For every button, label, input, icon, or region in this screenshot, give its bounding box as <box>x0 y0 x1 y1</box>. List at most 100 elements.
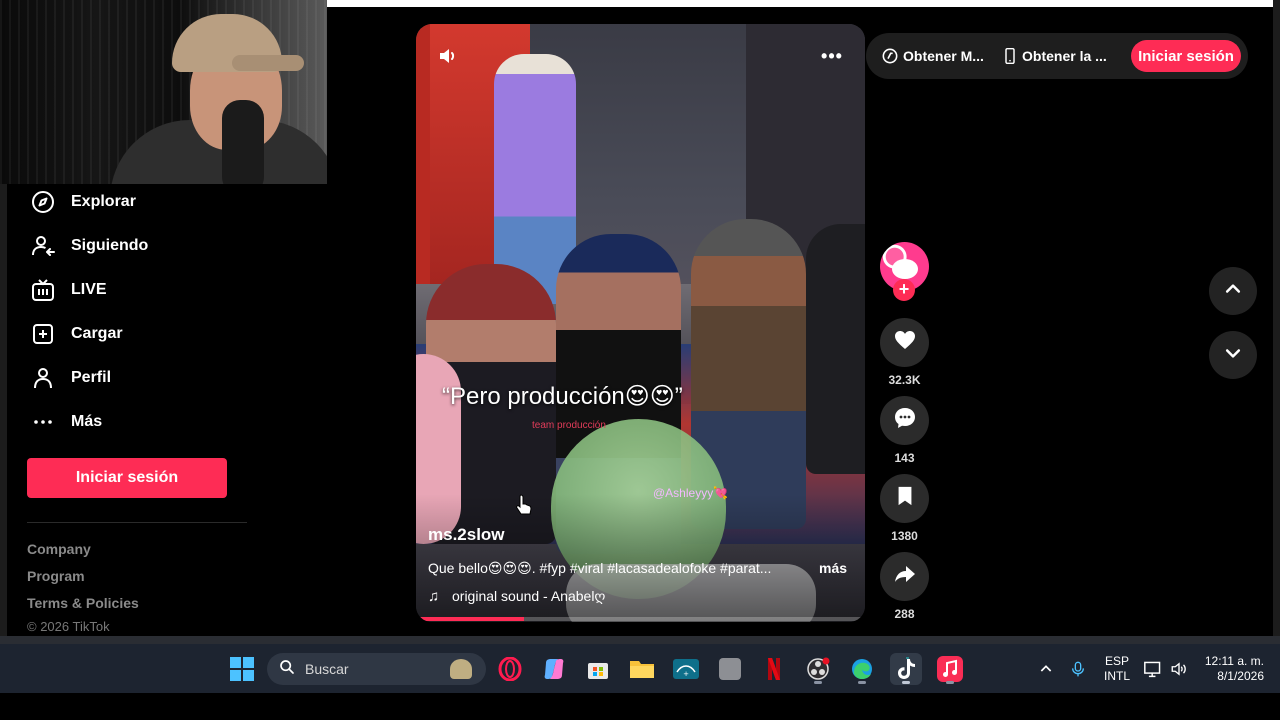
video-description-more-link[interactable]: más <box>819 560 847 576</box>
browser-bottom-edge <box>0 636 1280 644</box>
video-more-options-icon[interactable]: ••• <box>816 44 848 68</box>
heart-icon <box>893 328 917 357</box>
svg-text:+: + <box>683 670 689 678</box>
share-button[interactable] <box>880 552 929 601</box>
sidebar-item-label: Perfil <box>71 369 112 386</box>
sidebar-item-cargar[interactable]: Cargar <box>30 319 123 349</box>
browser-top-strip <box>327 0 1273 7</box>
browser-right-edge <box>1273 0 1280 636</box>
music-note-icon: ♫ <box>428 588 440 605</box>
obs-icon[interactable] <box>802 653 834 685</box>
comment-icon <box>893 406 917 435</box>
taskbar-search-box[interactable]: Buscar <box>267 653 486 685</box>
footer-link-terms[interactable]: Terms & Policies <box>27 595 139 611</box>
edge-icon[interactable] <box>846 653 878 685</box>
phone-icon <box>1003 48 1017 64</box>
video-overlay-handle: @Ashleyyy💘 <box>653 486 729 500</box>
get-app-link[interactable]: Obtener la ... <box>1003 33 1107 79</box>
language-label: ESP <box>1104 653 1129 668</box>
video-author-name[interactable]: ms.2slow <box>428 525 505 545</box>
apple-music-icon[interactable] <box>934 653 966 685</box>
comment-button[interactable] <box>880 396 929 445</box>
like-button[interactable] <box>880 318 929 367</box>
volume-icon[interactable] <box>436 44 460 68</box>
windows-logo-icon <box>230 657 254 681</box>
save-count: 1380 <box>891 529 918 543</box>
upload-plus-icon <box>30 321 56 347</box>
netflix-icon[interactable] <box>758 653 790 685</box>
next-video-button[interactable] <box>1209 331 1257 379</box>
app-icon[interactable] <box>714 653 746 685</box>
get-coins-link[interactable]: Obtener M... <box>882 33 984 79</box>
get-coins-label: Obtener M... <box>903 48 984 64</box>
disney-plus-icon[interactable]: + <box>670 653 702 685</box>
video-description: Que bello😍😍😍. #fyp #viral #lacasadealofo… <box>428 560 772 576</box>
microsoft-store-icon[interactable] <box>582 653 614 685</box>
keyboard-layout-label: INTL <box>1103 668 1130 683</box>
hand-cursor-icon <box>516 494 532 515</box>
following-icon <box>30 233 56 259</box>
bookmark-icon <box>894 485 916 512</box>
video-music-link[interactable]: ♫ original sound - Anabelღ <box>428 588 605 605</box>
webcam-person-cap-brim <box>232 55 304 71</box>
video-player[interactable]: ••• “Pero producción😍😍” team producción … <box>416 24 865 622</box>
video-progress-fill <box>416 617 524 621</box>
microphone-icon[interactable] <box>1070 644 1086 693</box>
follow-plus-button[interactable]: + <box>893 279 915 301</box>
share-count: 288 <box>894 607 915 621</box>
file-explorer-icon[interactable] <box>626 653 658 685</box>
sidebar-item-label: Cargar <box>71 325 123 342</box>
video-overlay-small-text: team producción <box>532 420 606 431</box>
compass-icon <box>30 189 56 215</box>
sidebar-login-button[interactable]: Iniciar sesión <box>27 458 227 498</box>
active-indicator <box>902 681 910 684</box>
video-person-far-right <box>806 224 865 474</box>
header-actions: Obtener M... Obtener la ... Iniciar sesi… <box>866 33 1248 79</box>
get-app-label: Obtener la ... <box>1022 48 1107 64</box>
tiktok-icon[interactable] <box>890 653 922 685</box>
more-dots-icon <box>30 409 56 435</box>
running-indicator <box>858 681 866 684</box>
share-arrow-icon <box>893 562 917 591</box>
previous-video-button[interactable] <box>1209 267 1257 315</box>
sidebar-item-explorar[interactable]: Explorar <box>30 187 136 217</box>
coin-icon <box>882 48 898 64</box>
sidebar-item-siguiendo[interactable]: Siguiendo <box>30 231 148 261</box>
save-button[interactable] <box>880 474 929 523</box>
copilot-icon[interactable] <box>538 653 570 685</box>
keyboard-language-indicator[interactable]: ESP INTL <box>1100 644 1134 693</box>
sidebar-item-mas[interactable]: Más <box>30 407 102 437</box>
comment-count: 143 <box>894 451 915 465</box>
clock-date: 8/1/2026 <box>1217 668 1264 683</box>
windows-start-button[interactable] <box>229 656 255 682</box>
footer-link-program[interactable]: Program <box>27 568 85 584</box>
sidebar-item-label: LIVE <box>71 281 107 298</box>
browser-left-edge <box>0 184 7 636</box>
footer-link-company[interactable]: Company <box>27 541 91 557</box>
network-icon[interactable] <box>1143 644 1163 693</box>
sidebar: Explorar Siguiendo LIVE Cargar Perfil Má… <box>7 184 327 636</box>
profile-icon <box>30 365 56 391</box>
clock[interactable]: 12:11 a. m. 8/1/2026 <box>1198 644 1264 693</box>
taskbar-search-placeholder: Buscar <box>305 661 349 677</box>
live-tv-icon <box>30 277 56 303</box>
tray-overflow-chevron-up-icon[interactable] <box>1038 644 1054 693</box>
sidebar-item-live[interactable]: LIVE <box>30 275 107 305</box>
volume-tray-icon[interactable] <box>1169 644 1189 693</box>
chevron-up-icon <box>1223 279 1243 304</box>
video-progress-bar[interactable] <box>416 617 865 621</box>
like-count: 32.3K <box>888 373 921 387</box>
sidebar-item-label: Siguiendo <box>71 237 149 254</box>
sidebar-item-perfil[interactable]: Perfil <box>30 363 111 393</box>
header-login-button[interactable]: Iniciar sesión <box>1131 40 1241 72</box>
chevron-down-icon <box>1223 343 1243 368</box>
search-icon <box>279 659 295 680</box>
running-indicator <box>946 681 954 684</box>
avatar-image <box>892 259 918 279</box>
opera-icon[interactable] <box>494 653 526 685</box>
copyright-text: © 2026 TikTok <box>27 619 110 634</box>
sidebar-divider <box>27 522 247 523</box>
webcam-overlay <box>0 0 327 184</box>
search-highlight-icon <box>450 659 472 679</box>
sidebar-item-label: Más <box>71 413 103 430</box>
